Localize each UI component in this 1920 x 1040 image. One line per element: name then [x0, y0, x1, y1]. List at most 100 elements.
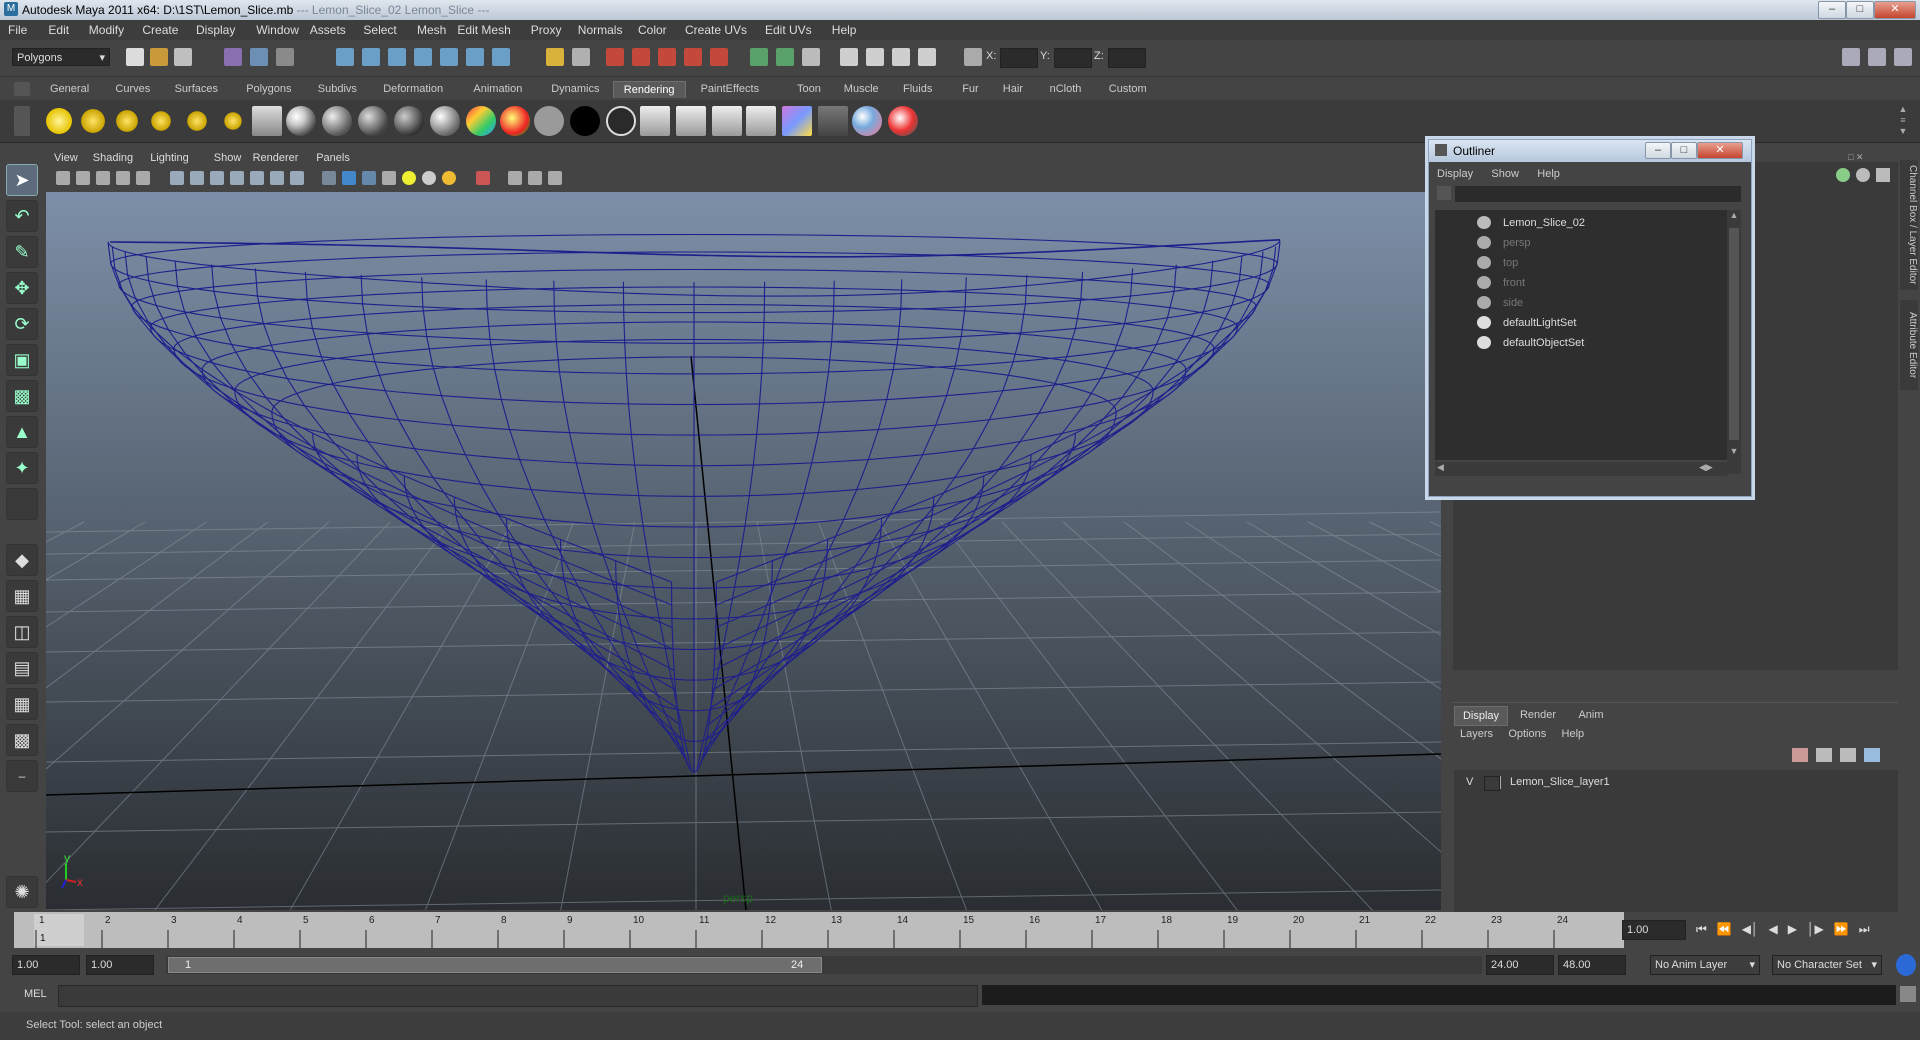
spot-light-icon[interactable] — [146, 106, 176, 136]
isolate-select-icon[interactable] — [476, 171, 490, 185]
camera-create-icon[interactable] — [252, 106, 282, 136]
maximize-button[interactable]: □ — [1846, 1, 1874, 19]
shelf-tab-animation[interactable]: Animation — [463, 81, 532, 97]
snap-grid-icon[interactable] — [336, 48, 354, 66]
new-layer-icon[interactable] — [1792, 748, 1808, 762]
film-gate-icon[interactable] — [190, 171, 204, 185]
new-layer-selected-icon[interactable] — [1816, 748, 1832, 762]
tab-attribute-editor[interactable]: Attribute Editor — [1900, 300, 1918, 390]
command-input[interactable] — [58, 985, 978, 1007]
layer-move-down-icon[interactable] — [1864, 748, 1880, 762]
x-coordinate-field[interactable] — [1000, 48, 1038, 68]
minimize-button[interactable]: – — [1818, 1, 1846, 19]
gate-mask-icon[interactable] — [230, 171, 244, 185]
shelf-tab-subdivs[interactable]: Subdivs — [308, 81, 367, 97]
shelf-tab-polygons[interactable]: Polygons — [236, 81, 301, 97]
range-slider-track[interactable]: 1 24 — [166, 956, 1482, 974]
channel-box-toggle-icon[interactable] — [1868, 48, 1886, 66]
safe-title-icon[interactable] — [290, 171, 304, 185]
tool-settings-icon[interactable] — [1894, 48, 1912, 66]
persp-graph-hypergraph-icon[interactable]: ▩ — [6, 724, 38, 756]
menu-select[interactable]: Select — [363, 23, 396, 37]
layer-type-toggle[interactable] — [1484, 776, 1500, 791]
help-question-icon[interactable] — [492, 48, 510, 66]
close-window-button[interactable]: ✕ — [1874, 1, 1916, 19]
shelf-tab-rendering[interactable]: Rendering — [612, 81, 686, 98]
command-language-label[interactable]: MEL — [24, 988, 47, 1000]
lock-icon[interactable] — [546, 48, 564, 66]
layout-menu-icon[interactable]: – — [6, 760, 38, 792]
panel-menu-show[interactable]: Show — [214, 152, 242, 164]
camera-attributes-icon[interactable] — [76, 171, 90, 185]
panel-menu-view[interactable]: View — [54, 152, 78, 164]
panel-menu-lighting[interactable]: Lighting — [150, 152, 189, 164]
transform-mode-icon[interactable] — [776, 48, 794, 66]
volume-light-icon[interactable] — [218, 106, 248, 136]
outliner-vertical-scrollbar[interactable]: ▲ ▼ — [1727, 210, 1741, 474]
use-all-lights-icon[interactable] — [402, 171, 416, 185]
step-forward-icon[interactable]: ⏩ — [1834, 922, 1849, 936]
paint-effects-brush-icon[interactable] — [888, 106, 918, 136]
menu-file[interactable]: File — [8, 23, 27, 37]
xray-components-icon[interactable] — [548, 171, 562, 185]
layer-menu-help[interactable]: Help — [1562, 728, 1585, 740]
lambert-material-icon[interactable] — [322, 106, 352, 136]
step-back-icon[interactable]: ⏪ — [1717, 922, 1732, 936]
batch-render-icon[interactable] — [918, 48, 936, 66]
absolute-transform-icon[interactable] — [964, 48, 982, 66]
menu-help[interactable]: Help — [832, 23, 857, 37]
field-chart-icon[interactable] — [250, 171, 264, 185]
playback-start-field[interactable]: 1.00 — [86, 955, 154, 975]
outliner-close-button[interactable]: ✕ — [1697, 142, 1743, 159]
menu-assets[interactable]: Assets — [310, 23, 346, 37]
snap-plane-icon[interactable] — [414, 48, 432, 66]
attribute-icon[interactable] — [802, 48, 820, 66]
paint-select-tool-icon[interactable]: ✎ — [6, 236, 38, 268]
layer-visibility-toggle[interactable]: V — [1466, 776, 1473, 788]
key-icon[interactable] — [1896, 954, 1916, 976]
menu-set-dropdown[interactable]: Polygons ▾ — [12, 48, 110, 66]
shelf-tab-ncloth[interactable]: nCloth — [1040, 81, 1092, 97]
select-camera-icon[interactable] — [56, 171, 70, 185]
two-d-pan-icon[interactable] — [136, 171, 150, 185]
snap-curve-icon[interactable] — [362, 48, 380, 66]
blinn-material-icon[interactable] — [286, 106, 316, 136]
open-scene-icon[interactable] — [150, 48, 168, 66]
play-forward-icon[interactable]: ▶ — [1788, 922, 1797, 936]
persp-outliner-layout-icon[interactable]: ◫ — [6, 616, 38, 648]
textured-icon[interactable] — [382, 171, 396, 185]
shelf-menu-handle[interactable] — [14, 106, 30, 136]
outliner-item[interactable]: persp — [1435, 234, 1727, 252]
menu-proxy[interactable]: Proxy — [531, 23, 562, 37]
step-forward-key-icon[interactable]: │▶ — [1807, 922, 1824, 936]
single-perspective-layout-icon[interactable]: ◆ — [6, 544, 38, 576]
tab-display[interactable]: Display — [1454, 706, 1508, 726]
outliner-item[interactable]: side — [1435, 294, 1727, 312]
select-object-icon[interactable] — [250, 48, 268, 66]
smooth-shade-icon[interactable] — [342, 171, 356, 185]
layer-row[interactable]: V Lemon_Slice_layer1 — [1460, 774, 1900, 792]
show-hide-toolbox-icon[interactable] — [1842, 48, 1860, 66]
input-line-icon[interactable] — [750, 48, 768, 66]
scroll-down-icon[interactable]: ▼ — [1727, 446, 1741, 460]
layered-shader-icon[interactable] — [466, 106, 496, 136]
surface-shader-icon[interactable] — [534, 106, 564, 136]
anim-layer-dropdown[interactable]: No Anim Layer ▾ — [1650, 955, 1760, 975]
phong-material-icon[interactable] — [358, 106, 388, 136]
render-region-icon[interactable] — [840, 48, 858, 66]
channel-box-lock-icon[interactable] — [1876, 168, 1890, 182]
point-light-icon[interactable] — [112, 106, 142, 136]
shelf-tab-toon[interactable]: Toon — [787, 81, 831, 97]
scroll-right-icon[interactable]: ◀▶ — [1699, 462, 1713, 473]
panel-menu-shading[interactable]: Shading — [93, 152, 133, 164]
layer-move-up-icon[interactable] — [1840, 748, 1856, 762]
safe-action-icon[interactable] — [270, 171, 284, 185]
ramp-shader-icon[interactable] — [500, 106, 530, 136]
new-scene-icon[interactable] — [126, 48, 144, 66]
outliner-item[interactable]: Lemon_Slice_02 — [1435, 214, 1727, 232]
y-coordinate-field[interactable] — [1054, 48, 1092, 68]
playback-end-field[interactable]: 24.00 — [1486, 955, 1554, 975]
script-editor-icon[interactable] — [1900, 986, 1916, 1002]
hypershade-icon[interactable] — [684, 48, 702, 66]
scale-tool-icon[interactable]: ▣ — [6, 344, 38, 376]
